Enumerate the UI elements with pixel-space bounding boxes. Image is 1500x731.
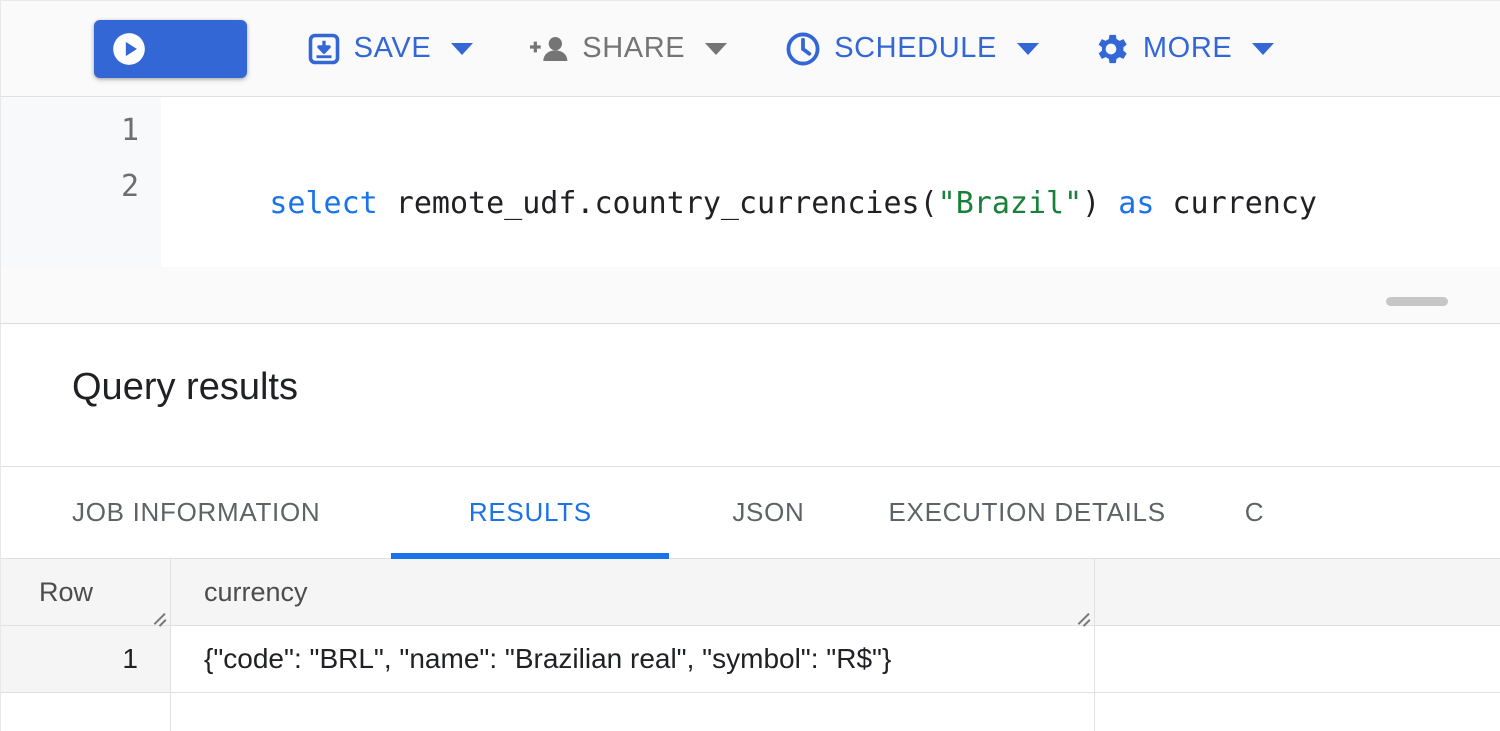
tab-label: JOB INFORMATION [72,497,321,527]
table-row[interactable]: 1 {"code": "BRL", "name": "Brazilian rea… [1,626,1500,693]
column-header-label: Row [39,576,94,607]
table-row-empty [1,693,1500,731]
save-icon [306,31,342,67]
schedule-button-label: SCHEDULE [834,32,997,64]
column-header-row[interactable]: Row [1,559,171,626]
tab-job-information[interactable]: JOB INFORMATION [72,467,320,559]
chevron-down-icon[interactable] [1252,42,1275,55]
tab-label: EXECUTION DETAILS [888,497,1166,527]
column-header-filler [1095,559,1500,626]
tab-execution-details[interactable]: EXECUTION DETAILS [889,467,1166,559]
line-number: 2 [120,169,139,204]
tab-label: JSON [732,497,805,527]
editor-gutter: 1 2 [2,97,161,267]
results-tabs: JOB INFORMATION RESULTS JSON EXECUTION D… [1,467,1500,559]
share-button[interactable]: SHARE [530,20,728,78]
editor-code-area[interactable]: select remote_udf.country_currencies("Br… [161,97,1500,267]
share-button-label: SHARE [582,32,686,64]
sql-editor[interactable]: 1 2 select remote_udf.country_currencies… [0,97,1500,324]
cell-currency[interactable]: {"code": "BRL", "name": "Brazilian real"… [171,626,1095,693]
tab-label: RESULTS [468,497,592,527]
sql-close-paren: ) [1082,186,1119,221]
page-title: Query results [72,366,298,408]
run-button-label: RUN [160,32,225,64]
cell-empty [1,693,171,731]
run-button[interactable]: RUN [94,19,247,78]
column-resize-grip[interactable] [1075,607,1091,623]
sql-function-ref: remote_udf.country_currencies( [377,186,938,221]
column-header-currency[interactable]: currency [171,559,1095,626]
more-button[interactable]: MORE [1091,20,1275,78]
chevron-down-icon[interactable] [451,42,474,55]
sql-keyword-select: select [269,186,378,221]
query-results-panel: Query results JOB INFORMATION RESULTS JS… [0,324,1500,731]
tab-chart-preview[interactable]: C [1245,467,1264,559]
results-table: Row currency 1 {"code": "BRL", "name": "… [1,559,1500,731]
save-button[interactable]: SAVE [306,20,474,78]
column-resize-grip[interactable] [151,607,167,623]
more-button-label: MORE [1142,32,1233,64]
query-results-header: Query results [1,324,1500,467]
play-circle-icon [110,30,148,68]
editor-resize-handle[interactable] [1386,297,1448,306]
chevron-down-icon[interactable] [1016,42,1039,55]
query-toolbar: RUN SAVE SHARE SCHEDULE MORE [0,0,1500,97]
sql-alias: currency [1154,186,1317,221]
cell-row-number: 1 [1,626,171,693]
line-number: 1 [120,113,139,148]
clock-icon [784,30,822,68]
schedule-button[interactable]: SCHEDULE [784,20,1039,78]
gear-icon [1091,29,1131,69]
sql-statement: select remote_udf.country_currencies("Br… [161,159,1317,249]
save-button-label: SAVE [353,32,432,64]
cell-empty [1095,693,1500,731]
cell-filler [1095,626,1500,693]
sql-string-literal: "Brazil" [937,186,1083,221]
tab-results[interactable]: RESULTS [391,467,670,559]
chevron-down-icon[interactable] [705,42,728,55]
column-header-label: currency [204,576,308,607]
tab-json[interactable]: JSON [732,467,804,559]
cell-empty [171,693,1095,731]
person-add-icon [530,32,570,66]
table-header-row: Row currency [1,559,1500,626]
tab-label: C [1244,497,1265,527]
sql-keyword-as: as [1118,186,1155,221]
